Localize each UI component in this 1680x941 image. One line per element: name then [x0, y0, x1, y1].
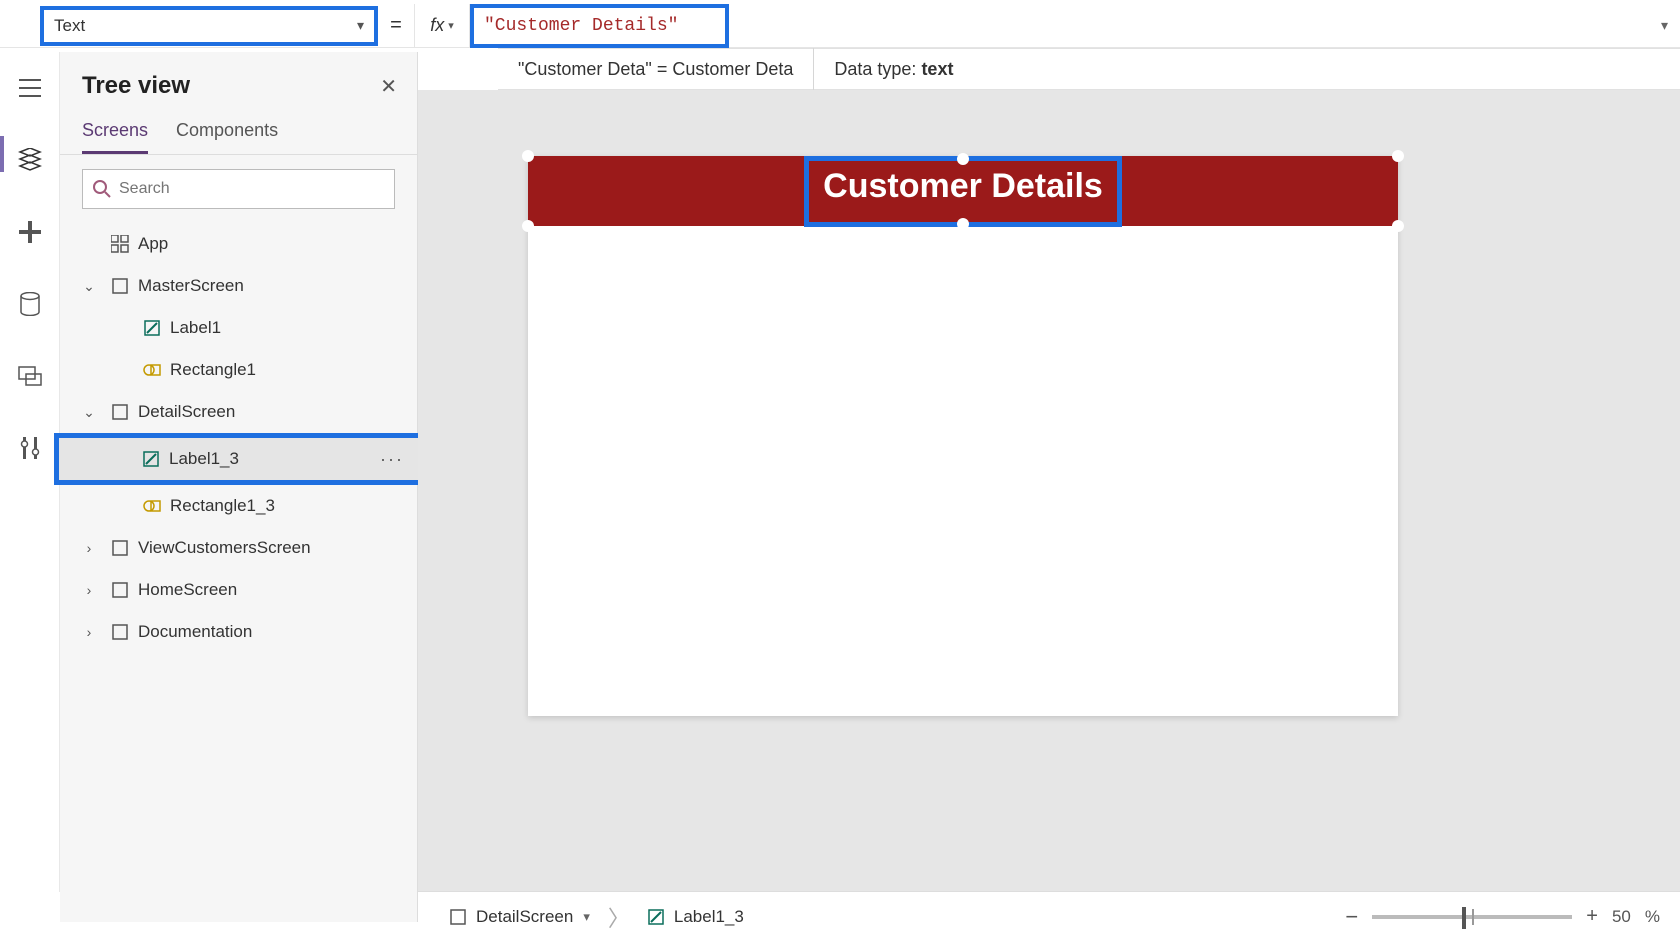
property-name: Text: [54, 16, 85, 36]
screen-icon: [106, 582, 134, 598]
bottom-bar: DetailScreen ▾ 〉 Label1_3 − + 50 %: [418, 891, 1680, 941]
fx-label: fx: [430, 15, 444, 36]
tree-item-label: MasterScreen: [138, 276, 244, 296]
breadcrumb-separator: 〉: [608, 901, 630, 933]
zoom-value: 50: [1612, 907, 1631, 927]
tree-view-icon[interactable]: [10, 140, 50, 180]
breadcrumb-screen[interactable]: DetailScreen ▾: [438, 903, 602, 931]
breadcrumb-screen-label: DetailScreen: [476, 907, 573, 927]
chevron-right-icon[interactable]: ›: [72, 540, 106, 556]
breadcrumb-control[interactable]: Label1_3: [636, 903, 756, 931]
chevron-down-icon[interactable]: ⌄: [72, 404, 106, 421]
hamburger-icon[interactable]: [10, 68, 50, 108]
tree-item-documentation[interactable]: › Documentation: [60, 611, 417, 653]
tree-item-selected-highlight: Label1_3 ···: [54, 433, 423, 485]
rectangle-icon: [138, 499, 166, 513]
formula-result-bar: "Customer Deta" = Customer Deta Data typ…: [498, 48, 1680, 90]
tree-item-label: App: [138, 234, 168, 254]
app-icon: [106, 235, 134, 253]
tree-title: Tree view: [82, 72, 190, 100]
canvas-screen[interactable]: Customer Details: [528, 156, 1398, 716]
close-icon[interactable]: ✕: [380, 74, 397, 99]
canvas-header-text: Customer Details: [823, 167, 1103, 205]
screen-icon: [106, 278, 134, 294]
breadcrumb-control-label: Label1_3: [674, 907, 744, 927]
search-input[interactable]: [119, 180, 384, 198]
canvas-header-label[interactable]: Customer Details: [804, 156, 1122, 227]
tree-item-label: Label1: [170, 318, 221, 338]
tab-components[interactable]: Components: [176, 112, 278, 154]
zoom-pct: %: [1645, 907, 1660, 927]
tree-item-label: Rectangle1: [170, 360, 256, 380]
screen-icon: [450, 909, 466, 925]
label-icon: [648, 909, 664, 925]
tree-item-detailscreen[interactable]: ⌄ DetailScreen: [60, 391, 417, 433]
canvas-header-rectangle[interactable]: Customer Details: [528, 156, 1398, 226]
tree-item-label: Rectangle1_3: [170, 496, 275, 516]
selection-handle[interactable]: [957, 218, 969, 230]
tree-item-label: Documentation: [138, 622, 252, 642]
more-icon[interactable]: ···: [380, 449, 404, 470]
tree-panel: Tree view ✕ Screens Components App ⌄ Mas…: [60, 52, 418, 922]
chevron-down-icon[interactable]: ⌄: [72, 278, 106, 295]
tree-item-label: ViewCustomersScreen: [138, 538, 311, 558]
zoom-in-button[interactable]: +: [1586, 905, 1598, 928]
slider-thumb[interactable]: [1462, 907, 1466, 929]
tree-search-wrap: [82, 169, 395, 209]
formula-data-type: Data type: text: [814, 59, 973, 80]
data-icon[interactable]: [10, 284, 50, 324]
tree-item-label1-3[interactable]: Label1_3 ···: [59, 438, 418, 480]
tree-item-label: HomeScreen: [138, 580, 237, 600]
tree-item-rectangle1-3[interactable]: Rectangle1_3: [60, 485, 417, 527]
tree-tabs: Screens Components: [60, 112, 417, 155]
tree-search-box[interactable]: [82, 169, 395, 209]
selection-handle[interactable]: [957, 153, 969, 165]
canvas[interactable]: Customer Details: [418, 90, 1680, 891]
tree-item-viewcustomersscreen[interactable]: › ViewCustomersScreen: [60, 527, 417, 569]
search-icon: [93, 180, 111, 198]
slider-tick: [1472, 909, 1474, 925]
tree-item-homescreen[interactable]: › HomeScreen: [60, 569, 417, 611]
tree-item-masterscreen[interactable]: ⌄ MasterScreen: [60, 265, 417, 307]
zoom-controls: − + 50 %: [1345, 904, 1660, 930]
tree-item-label1[interactable]: Label1: [60, 307, 417, 349]
insert-icon[interactable]: [10, 212, 50, 252]
label-icon: [137, 451, 165, 467]
chevron-down-icon[interactable]: ▾: [1661, 17, 1668, 34]
property-dropdown[interactable]: Text ▾: [40, 6, 378, 46]
formula-input[interactable]: [484, 16, 715, 36]
tree-item-label: Label1_3: [169, 449, 239, 469]
formula-input-wrap: [470, 4, 729, 48]
fx-button[interactable]: fx ▾: [414, 4, 470, 48]
formula-result-value: "Customer Deta" = Customer Deta: [498, 59, 813, 80]
tab-screens[interactable]: Screens: [82, 112, 148, 154]
rectangle-icon: [138, 363, 166, 377]
tree-list: App ⌄ MasterScreen Label1 Rectangle1 ⌄ D…: [60, 219, 417, 657]
label-icon: [138, 320, 166, 336]
tree-header: Tree view ✕: [60, 52, 417, 112]
left-rail: [0, 52, 60, 892]
tree-item-app[interactable]: App: [60, 223, 417, 265]
settings-icon[interactable]: [10, 428, 50, 468]
chevron-down-icon: ▾: [357, 17, 364, 34]
chevron-right-icon[interactable]: ›: [72, 582, 106, 598]
chevron-right-icon[interactable]: ›: [72, 624, 106, 640]
equals-label: =: [378, 14, 414, 37]
chevron-down-icon: ▾: [583, 909, 590, 925]
active-indicator: [0, 136, 4, 172]
screen-icon: [106, 624, 134, 640]
tree-item-label: DetailScreen: [138, 402, 235, 422]
zoom-slider[interactable]: [1372, 915, 1572, 919]
media-icon[interactable]: [10, 356, 50, 396]
screen-icon: [106, 404, 134, 420]
screen-icon: [106, 540, 134, 556]
zoom-out-button[interactable]: −: [1345, 904, 1358, 930]
formula-bar: Text ▾ = fx ▾ ▾: [0, 4, 1680, 48]
tree-item-rectangle1[interactable]: Rectangle1: [60, 349, 417, 391]
chevron-down-icon: ▾: [448, 19, 454, 32]
